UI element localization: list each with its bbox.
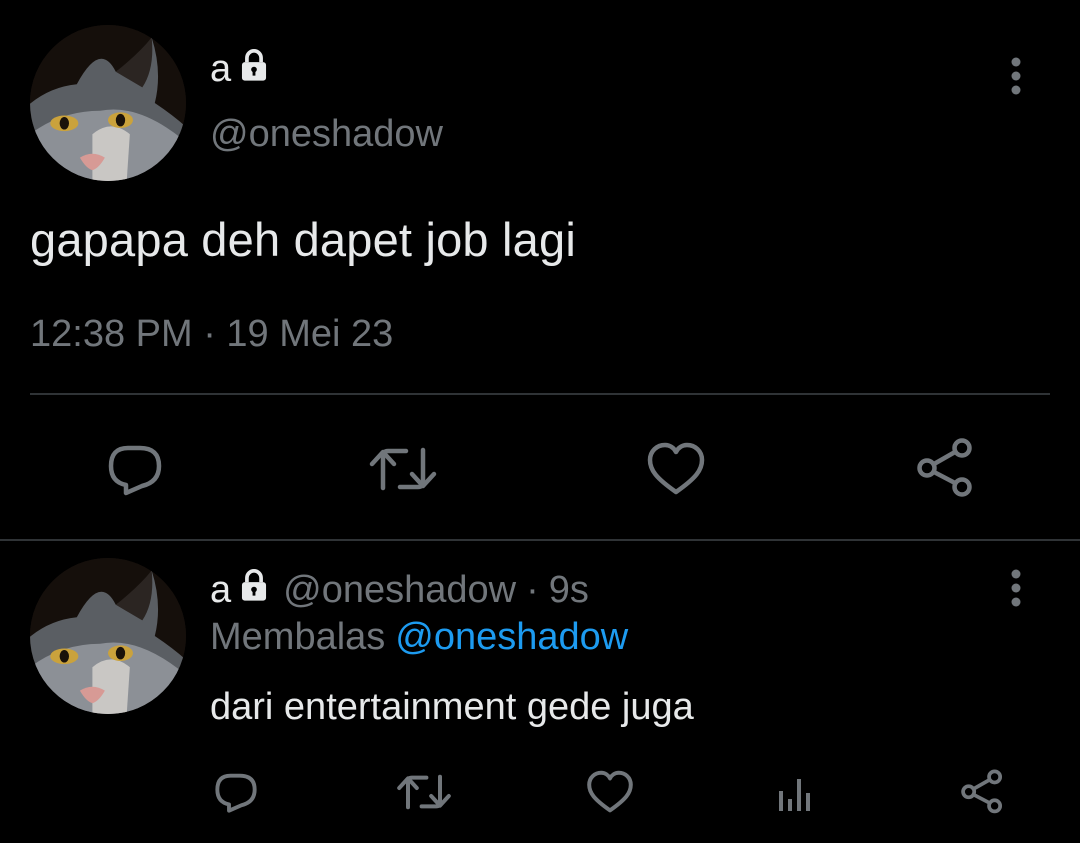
user-handle[interactable]: @oneshadow [283, 568, 516, 612]
like-button[interactable] [584, 766, 636, 818]
display-name[interactable]: a [210, 568, 231, 612]
views-icon [779, 779, 810, 811]
like-icon [647, 442, 705, 495]
divider [0, 539, 1080, 541]
reply-button[interactable] [100, 436, 170, 502]
tweet-text: dari entertainment gede juga [210, 686, 694, 728]
mention-link[interactable]: @oneshadow [395, 616, 628, 658]
tweet-thread: a @oneshadow gapapa deh dapet job lagi 1… [0, 0, 1080, 843]
reply-icon [215, 773, 257, 813]
retweet-icon [397, 774, 451, 810]
like-icon [587, 770, 633, 813]
retweet-button[interactable] [365, 436, 441, 502]
reply-icon [108, 445, 162, 496]
lock-icon [237, 568, 271, 612]
user-handle[interactable]: @oneshadow [210, 112, 443, 156]
divider [30, 393, 1050, 395]
main-tweet: a @oneshadow gapapa deh dapet job lagi 1… [0, 0, 1080, 541]
tweet-text: gapapa deh dapet job lagi [30, 213, 576, 266]
like-button[interactable] [642, 436, 710, 502]
share-button[interactable] [910, 432, 980, 502]
reply-header: a @oneshadow · 9s [210, 568, 589, 612]
retweet-button[interactable] [395, 766, 453, 818]
cat-avatar-image [30, 558, 186, 714]
retweet-icon [369, 447, 437, 491]
share-button[interactable] [956, 764, 1008, 818]
separator: · [526, 569, 539, 611]
share-icon [917, 438, 972, 497]
more-options-icon[interactable] [1004, 567, 1028, 616]
tweet-time[interactable]: 9s [549, 568, 589, 612]
avatar[interactable] [30, 558, 186, 714]
tweet-timestamp[interactable]: 12:38 PM · 19 Mei 23 [30, 312, 393, 356]
more-options-icon[interactable] [1004, 55, 1028, 104]
display-name[interactable]: a [210, 49, 231, 89]
views-button[interactable] [770, 768, 820, 818]
cat-avatar-image [30, 25, 186, 181]
lock-icon [237, 48, 271, 90]
replying-label: Membalas [210, 616, 386, 658]
display-name-row[interactable]: a [210, 48, 271, 90]
share-icon [961, 769, 1003, 814]
replying-to: Membalas @oneshadow [210, 615, 628, 659]
avatar[interactable] [30, 25, 186, 181]
reply-button[interactable] [210, 766, 262, 818]
